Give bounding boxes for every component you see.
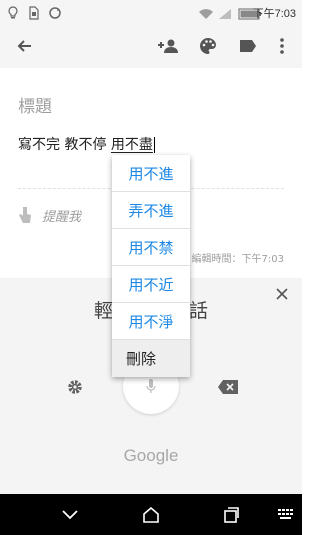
label-icon — [240, 40, 256, 52]
bulb-icon — [8, 5, 18, 24]
sync-icon — [48, 5, 62, 24]
nav-recents-button[interactable] — [219, 504, 243, 526]
system-nav-bar — [0, 494, 302, 535]
signal-icon — [218, 5, 232, 24]
nav-home-button[interactable] — [139, 504, 163, 526]
add-collaborator-button[interactable] — [156, 34, 180, 58]
text-cursor — [153, 137, 155, 153]
more-options-button[interactable] — [270, 34, 294, 58]
note-title-input[interactable]: 標題 — [18, 92, 52, 117]
note-body-text: 寫不完 教不停 — [18, 137, 111, 153]
gear-icon — [68, 380, 82, 394]
suggestion-item[interactable]: 用不近 — [112, 266, 190, 303]
note-body-input[interactable]: 寫不完 教不停 用不盡 — [18, 134, 155, 154]
recents-icon — [224, 507, 239, 523]
status-time: 下午7:03 — [252, 8, 296, 20]
chevron-down-icon — [62, 510, 78, 520]
sim-card-icon — [28, 5, 40, 24]
home-icon — [143, 507, 159, 523]
selected-word[interactable]: 用不盡 — [111, 137, 153, 153]
arrow-left-icon — [17, 40, 31, 52]
wifi-icon — [198, 5, 214, 24]
reminder-label: 提醒我 — [42, 209, 82, 225]
google-logo: Google — [123, 446, 179, 465]
voice-settings-button[interactable] — [64, 376, 86, 398]
status-bar: 下午7:03 — [0, 0, 302, 24]
back-button[interactable] — [12, 34, 36, 58]
edited-timestamp: 編輯時間：下午7:03 — [191, 254, 284, 265]
palette-icon — [200, 38, 216, 54]
keyboard-icon — [278, 509, 293, 519]
suggestion-item[interactable]: 用不淨 — [112, 303, 190, 340]
voice-backspace-button[interactable] — [216, 377, 240, 397]
nav-back-button[interactable] — [58, 504, 82, 526]
suggestion-item[interactable]: 用不進 — [112, 155, 190, 192]
label-button[interactable] — [236, 34, 260, 58]
microphone-icon — [146, 379, 156, 393]
color-palette-button[interactable] — [196, 34, 220, 58]
reminder-button[interactable]: 提醒我 — [18, 203, 81, 227]
note-toolbar — [0, 24, 302, 68]
hand-pointer-icon — [19, 207, 31, 223]
more-vert-icon — [280, 38, 284, 54]
backspace-icon — [218, 380, 238, 394]
suggestion-item[interactable]: 用不禁 — [112, 229, 190, 266]
suggestion-popup: 用不進 弄不進 用不禁 用不近 用不淨 刪除 — [112, 155, 190, 377]
nav-keyboard-button[interactable] — [274, 504, 298, 526]
suggestion-item[interactable]: 弄不進 — [112, 192, 190, 229]
delete-suggestion-button[interactable]: 刪除 — [112, 340, 190, 377]
add-collaborator-icon — [158, 39, 178, 53]
